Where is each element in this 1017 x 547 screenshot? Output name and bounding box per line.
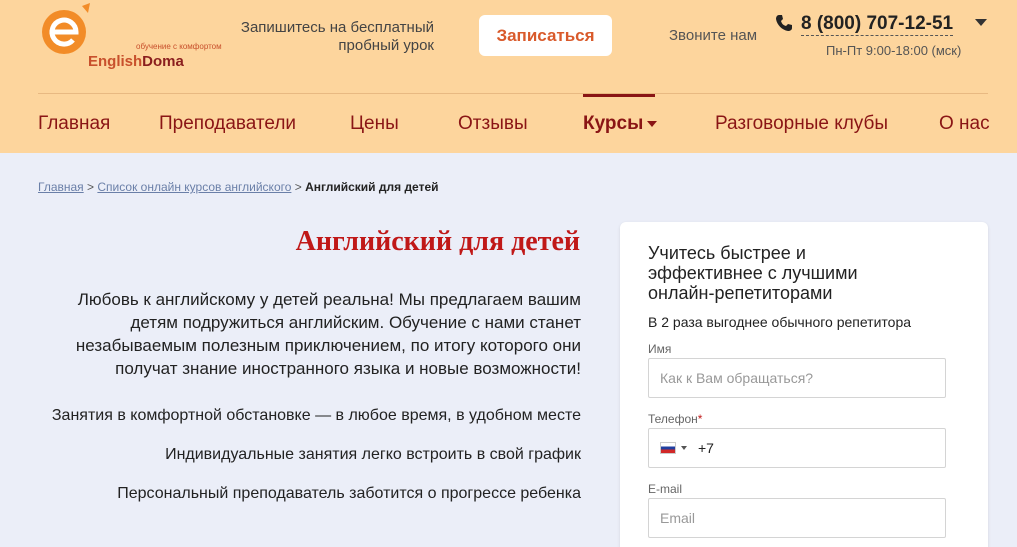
russia-flag-icon[interactable] <box>660 442 676 454</box>
nav-item-speaking-clubs[interactable]: Разговорные клубы <box>715 113 888 135</box>
nav-item-courses[interactable]: Курсы <box>583 113 658 135</box>
breadcrumb-separator: > <box>294 180 302 194</box>
email-input[interactable]: Email <box>648 498 946 538</box>
breadcrumb: Главная > Список онлайн курсов английско… <box>38 180 439 194</box>
dropdown-caret-icon[interactable] <box>975 19 987 26</box>
name-input[interactable]: Как к Вам обращаться? <box>648 358 946 398</box>
nav-item-teachers[interactable]: Преподаватели <box>159 113 296 135</box>
phone-label-text: Телефон <box>648 412 698 426</box>
country-dropdown-caret-icon[interactable] <box>681 446 687 450</box>
email-label: E-mail <box>648 482 683 496</box>
logo-name-english: English <box>88 53 143 70</box>
benefit-item: Индивидуальные занятия легко встроить в … <box>165 446 581 463</box>
call-label: Звоните нам <box>669 27 758 44</box>
nav-item-about[interactable]: О нас <box>939 113 990 135</box>
nav-item-reviews[interactable]: Отзывы <box>458 113 528 135</box>
benefit-item: Занятия в комфортной обстановке — в любо… <box>51 407 581 424</box>
breadcrumb-course-list[interactable]: Список онлайн курсов английского <box>97 180 291 194</box>
breadcrumb-current: Английский для детей <box>305 180 439 194</box>
form-title: Учитесь быстрее и эффективнее с лучшими … <box>648 243 858 303</box>
breadcrumb-separator: > <box>87 180 95 194</box>
logo-name-doma: Doma <box>142 53 184 70</box>
benefit-item: Персональный преподаватель заботится о п… <box>117 485 581 502</box>
intro-text: Любовь к английскому у детей реальна! Мы… <box>75 290 581 378</box>
nav-item-prices[interactable]: Цены <box>350 113 399 135</box>
logo[interactable]: обучение с комфортом EnglishDoma <box>38 2 222 72</box>
logo-tagline: обучение с комфортом <box>136 42 222 51</box>
logo-e-icon <box>42 3 90 54</box>
phone-label: Телефон* <box>648 412 702 426</box>
form-subtitle: В 2 раза выгоднее обычного репетитора <box>648 314 912 330</box>
chevron-down-icon <box>647 120 658 127</box>
signup-button[interactable]: Записаться <box>479 15 612 56</box>
name-label: Имя <box>648 342 672 356</box>
site-header: обучение с комфортом EnglishDoma Запишит… <box>0 0 1017 153</box>
working-hours: Пн-Пт 9:00-18:00 (мск) <box>826 43 962 58</box>
breadcrumb-home[interactable]: Главная <box>38 180 84 194</box>
phone-icon <box>776 15 792 31</box>
logo-name: EnglishDoma <box>88 53 184 70</box>
phone-dial-code: +7 <box>698 440 714 456</box>
nav-item-courses-label: Курсы <box>583 113 644 134</box>
required-mark: * <box>697 412 703 426</box>
phone-input[interactable]: +7 <box>648 428 946 468</box>
nav-item-home[interactable]: Главная <box>38 113 110 135</box>
nav-active-indicator <box>583 94 655 97</box>
page-title: Английский для детей <box>295 226 580 257</box>
trial-lesson-promo: Запишитесь на бесплатный пробный урок <box>240 19 434 54</box>
signup-form-card: Учитесь быстрее и эффективнее с лучшими … <box>620 222 988 547</box>
main-nav: Главная Преподаватели Цены Отзывы Курсы … <box>0 94 1017 153</box>
phone-number[interactable]: 8 (800) 707-12-51 <box>801 13 954 36</box>
